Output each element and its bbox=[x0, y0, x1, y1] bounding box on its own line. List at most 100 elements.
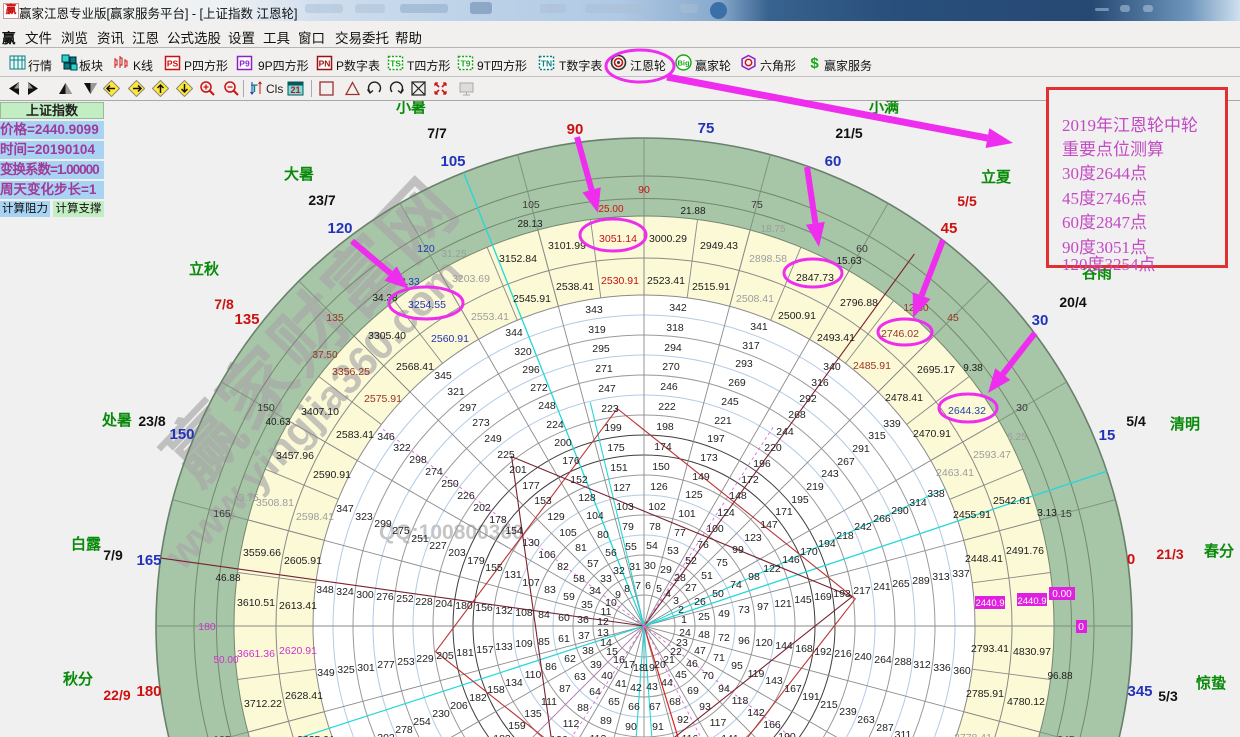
svg-text:342: 342 bbox=[669, 302, 687, 314]
svg-text:75: 75 bbox=[751, 199, 763, 211]
svg-text:3101.99: 3101.99 bbox=[548, 240, 586, 252]
svg-text:2542.61: 2542.61 bbox=[993, 495, 1031, 507]
svg-text:128: 128 bbox=[578, 492, 596, 504]
svg-text:223: 223 bbox=[601, 403, 619, 415]
svg-text:158: 158 bbox=[487, 684, 505, 696]
svg-text:94: 94 bbox=[718, 683, 730, 695]
svg-text:316: 316 bbox=[811, 377, 829, 389]
svg-text:225: 225 bbox=[497, 449, 515, 461]
svg-text:2500.91: 2500.91 bbox=[778, 310, 816, 322]
svg-text:341: 341 bbox=[750, 321, 768, 333]
svg-text:76: 76 bbox=[697, 539, 709, 551]
svg-text:2440.9: 2440.9 bbox=[975, 598, 1004, 609]
svg-text:2538.41: 2538.41 bbox=[556, 281, 594, 293]
svg-text:79: 79 bbox=[622, 521, 634, 533]
svg-text:2440.9: 2440.9 bbox=[1017, 596, 1046, 607]
svg-text:30: 30 bbox=[1032, 312, 1049, 329]
svg-text:60: 60 bbox=[558, 612, 570, 624]
svg-text:287: 287 bbox=[876, 722, 894, 734]
svg-text:白露: 白露 bbox=[71, 535, 102, 553]
svg-text:176: 176 bbox=[562, 455, 580, 467]
svg-text:0: 0 bbox=[1078, 621, 1084, 633]
svg-text:150: 150 bbox=[169, 426, 194, 443]
svg-text:58: 58 bbox=[573, 573, 585, 585]
svg-text:77: 77 bbox=[674, 527, 686, 539]
svg-text:6: 6 bbox=[645, 580, 651, 592]
svg-text:秋分: 秋分 bbox=[63, 670, 93, 688]
svg-text:87: 87 bbox=[559, 683, 571, 695]
svg-text:2463.41: 2463.41 bbox=[936, 467, 974, 479]
svg-text:92: 92 bbox=[677, 714, 689, 726]
svg-text:TS: TS bbox=[390, 59, 401, 69]
svg-text:156: 156 bbox=[475, 602, 493, 614]
svg-text:2793.41: 2793.41 bbox=[971, 643, 1009, 655]
svg-text:314: 314 bbox=[909, 497, 927, 509]
svg-text:46.88: 46.88 bbox=[215, 573, 240, 584]
svg-text:289: 289 bbox=[912, 575, 930, 587]
svg-text:40: 40 bbox=[601, 670, 613, 682]
svg-text:123: 123 bbox=[744, 532, 762, 544]
svg-text:182: 182 bbox=[469, 692, 487, 704]
svg-text:125: 125 bbox=[685, 489, 703, 501]
svg-text:339: 339 bbox=[883, 418, 901, 430]
svg-text:2949.43: 2949.43 bbox=[700, 240, 738, 252]
svg-text:3254.55: 3254.55 bbox=[408, 299, 446, 311]
svg-text:198: 198 bbox=[656, 421, 674, 433]
svg-text:60: 60 bbox=[825, 153, 842, 170]
svg-text:8: 8 bbox=[624, 583, 630, 595]
svg-text:269: 269 bbox=[728, 377, 746, 389]
svg-text:202: 202 bbox=[473, 502, 491, 514]
svg-text:105: 105 bbox=[559, 527, 577, 539]
svg-text:165: 165 bbox=[213, 508, 231, 520]
svg-text:268: 268 bbox=[788, 409, 806, 421]
svg-text:152: 152 bbox=[570, 474, 588, 486]
svg-text:173: 173 bbox=[700, 452, 718, 464]
svg-text:344: 344 bbox=[505, 327, 523, 339]
svg-text:PN: PN bbox=[319, 59, 331, 69]
svg-text:51: 51 bbox=[701, 570, 713, 582]
svg-text:227: 227 bbox=[429, 540, 447, 552]
svg-text:120: 120 bbox=[327, 220, 352, 237]
svg-text:32: 32 bbox=[613, 565, 625, 577]
svg-text:7/8: 7/8 bbox=[214, 296, 234, 312]
svg-text:277: 277 bbox=[377, 659, 395, 671]
svg-text:7/9: 7/9 bbox=[103, 547, 123, 563]
svg-text:63: 63 bbox=[574, 671, 586, 683]
svg-text:66: 66 bbox=[628, 701, 640, 713]
svg-text:90: 90 bbox=[625, 721, 637, 733]
svg-text:56: 56 bbox=[605, 547, 617, 559]
svg-text:2: 2 bbox=[678, 604, 684, 616]
svg-text:113: 113 bbox=[590, 733, 607, 737]
svg-text:95: 95 bbox=[731, 660, 743, 672]
svg-text:170: 170 bbox=[800, 546, 818, 558]
svg-text:2620.91: 2620.91 bbox=[279, 645, 317, 657]
svg-text:2448.41: 2448.41 bbox=[965, 553, 1003, 565]
svg-text:2746.02: 2746.02 bbox=[881, 328, 919, 340]
svg-text:131: 131 bbox=[504, 569, 522, 581]
svg-text:惊蛰: 惊蛰 bbox=[1196, 674, 1226, 692]
svg-text:清明: 清明 bbox=[1170, 415, 1200, 433]
svg-text:45: 45 bbox=[947, 312, 959, 324]
svg-text:15.63: 15.63 bbox=[836, 256, 861, 267]
svg-text:100: 100 bbox=[706, 523, 724, 535]
svg-text:172: 172 bbox=[741, 474, 759, 486]
svg-text:104: 104 bbox=[586, 510, 604, 522]
svg-text:118: 118 bbox=[732, 695, 749, 707]
svg-text:298: 298 bbox=[409, 454, 427, 466]
svg-text:292: 292 bbox=[799, 393, 817, 405]
svg-text:250: 250 bbox=[441, 478, 459, 490]
svg-text:35: 35 bbox=[581, 599, 593, 611]
svg-text:2598.41: 2598.41 bbox=[296, 511, 334, 523]
svg-text:64: 64 bbox=[589, 686, 601, 698]
svg-text:349: 349 bbox=[317, 667, 335, 679]
svg-text:313: 313 bbox=[932, 571, 950, 583]
svg-text:122: 122 bbox=[763, 563, 781, 575]
svg-text:78: 78 bbox=[649, 521, 661, 533]
svg-text:278: 278 bbox=[395, 724, 413, 736]
svg-text:26: 26 bbox=[694, 596, 706, 608]
svg-text:271: 271 bbox=[595, 363, 613, 375]
svg-text:241: 241 bbox=[873, 581, 891, 593]
svg-text:2778.41: 2778.41 bbox=[954, 732, 992, 737]
svg-text:21: 21 bbox=[290, 85, 300, 95]
svg-text:151: 151 bbox=[610, 462, 628, 474]
